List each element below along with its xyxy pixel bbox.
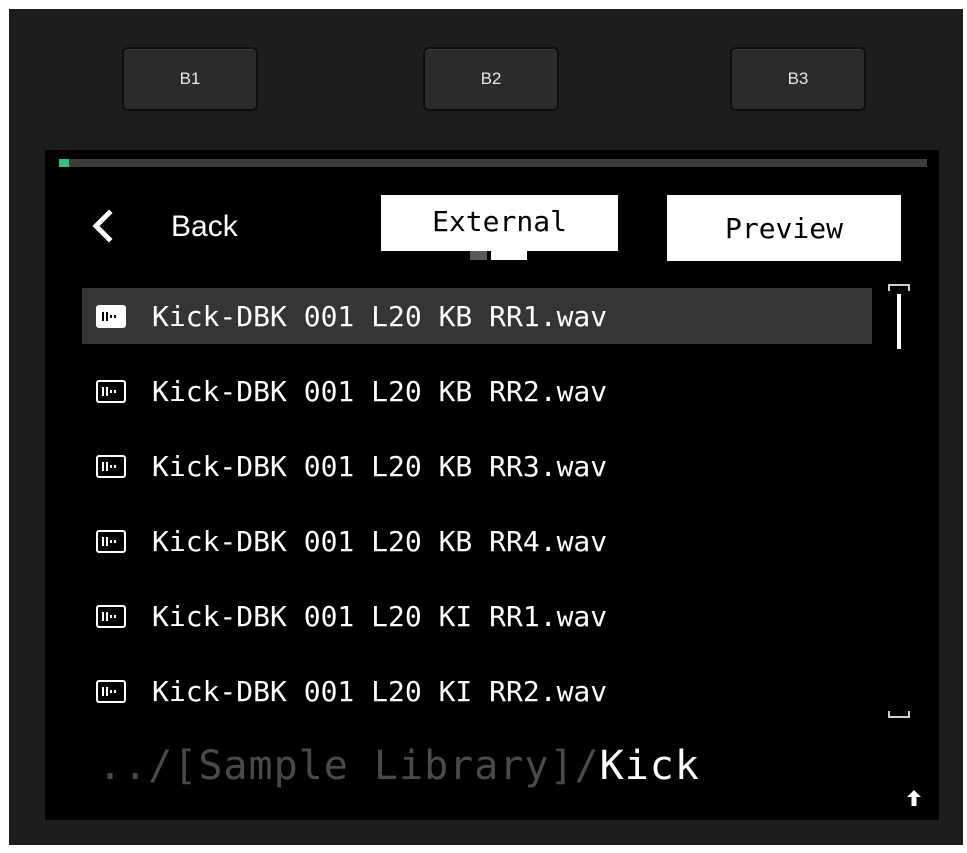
file-name: Kick-DBK 001 L20 KI RR2.wav <box>152 674 608 708</box>
breadcrumb-path: ../[Sample Library]/Kick <box>98 743 700 789</box>
progress-bar <box>59 159 927 167</box>
controller-device: B1 B2 B3 Back External Preview Kick-DBK … <box>9 9 963 845</box>
list-item[interactable]: Kick-DBK 001 L20 KI RR2.wav <box>82 663 872 719</box>
page-dot-1 <box>470 251 487 260</box>
progress-bar-fill <box>59 159 69 167</box>
list-item[interactable]: Kick-DBK 001 L20 KB RR4.wav <box>82 513 872 569</box>
file-name: Kick-DBK 001 L20 KB RR2.wav <box>152 374 608 408</box>
back-button[interactable]: Back <box>171 209 238 245</box>
waveform-file-icon <box>96 454 126 478</box>
arrow-up-icon[interactable] <box>907 790 921 806</box>
display-screen: Back External Preview Kick-DBK 001 L20 K… <box>45 150 939 820</box>
list-item[interactable]: Kick-DBK 001 L20 KB RR1.wav <box>82 288 872 344</box>
waveform-file-icon <box>96 604 126 628</box>
list-scrollbar[interactable] <box>887 283 911 723</box>
file-name: Kick-DBK 001 L20 KI RR1.wav <box>152 599 608 633</box>
list-item[interactable]: Kick-DBK 001 L20 KB RR2.wav <box>82 363 872 419</box>
file-name: Kick-DBK 001 L20 KB RR3.wav <box>152 449 608 483</box>
list-item[interactable]: Kick-DBK 001 L20 KI RR1.wav <box>82 588 872 644</box>
waveform-file-icon <box>96 679 126 703</box>
back-chevron-icon[interactable] <box>87 208 117 244</box>
breadcrumb-parent: ../[Sample Library]/ <box>98 743 600 789</box>
file-name: Kick-DBK 001 L20 KB RR4.wav <box>152 524 608 558</box>
list-item[interactable]: Kick-DBK 001 L20 KB RR3.wav <box>82 438 872 494</box>
hardware-button-b2[interactable]: B2 <box>423 47 559 111</box>
waveform-file-icon <box>96 379 126 403</box>
waveform-file-icon <box>96 529 126 553</box>
page-dot-2 <box>491 251 527 260</box>
source-tab-external[interactable]: External <box>381 195 618 251</box>
breadcrumb-current: Kick <box>599 743 700 789</box>
hardware-button-b3[interactable]: B3 <box>730 47 866 111</box>
waveform-file-icon <box>96 304 126 328</box>
file-name: Kick-DBK 001 L20 KB RR1.wav <box>152 299 608 333</box>
hardware-button-b1[interactable]: B1 <box>122 47 258 111</box>
preview-button[interactable]: Preview <box>667 195 901 261</box>
